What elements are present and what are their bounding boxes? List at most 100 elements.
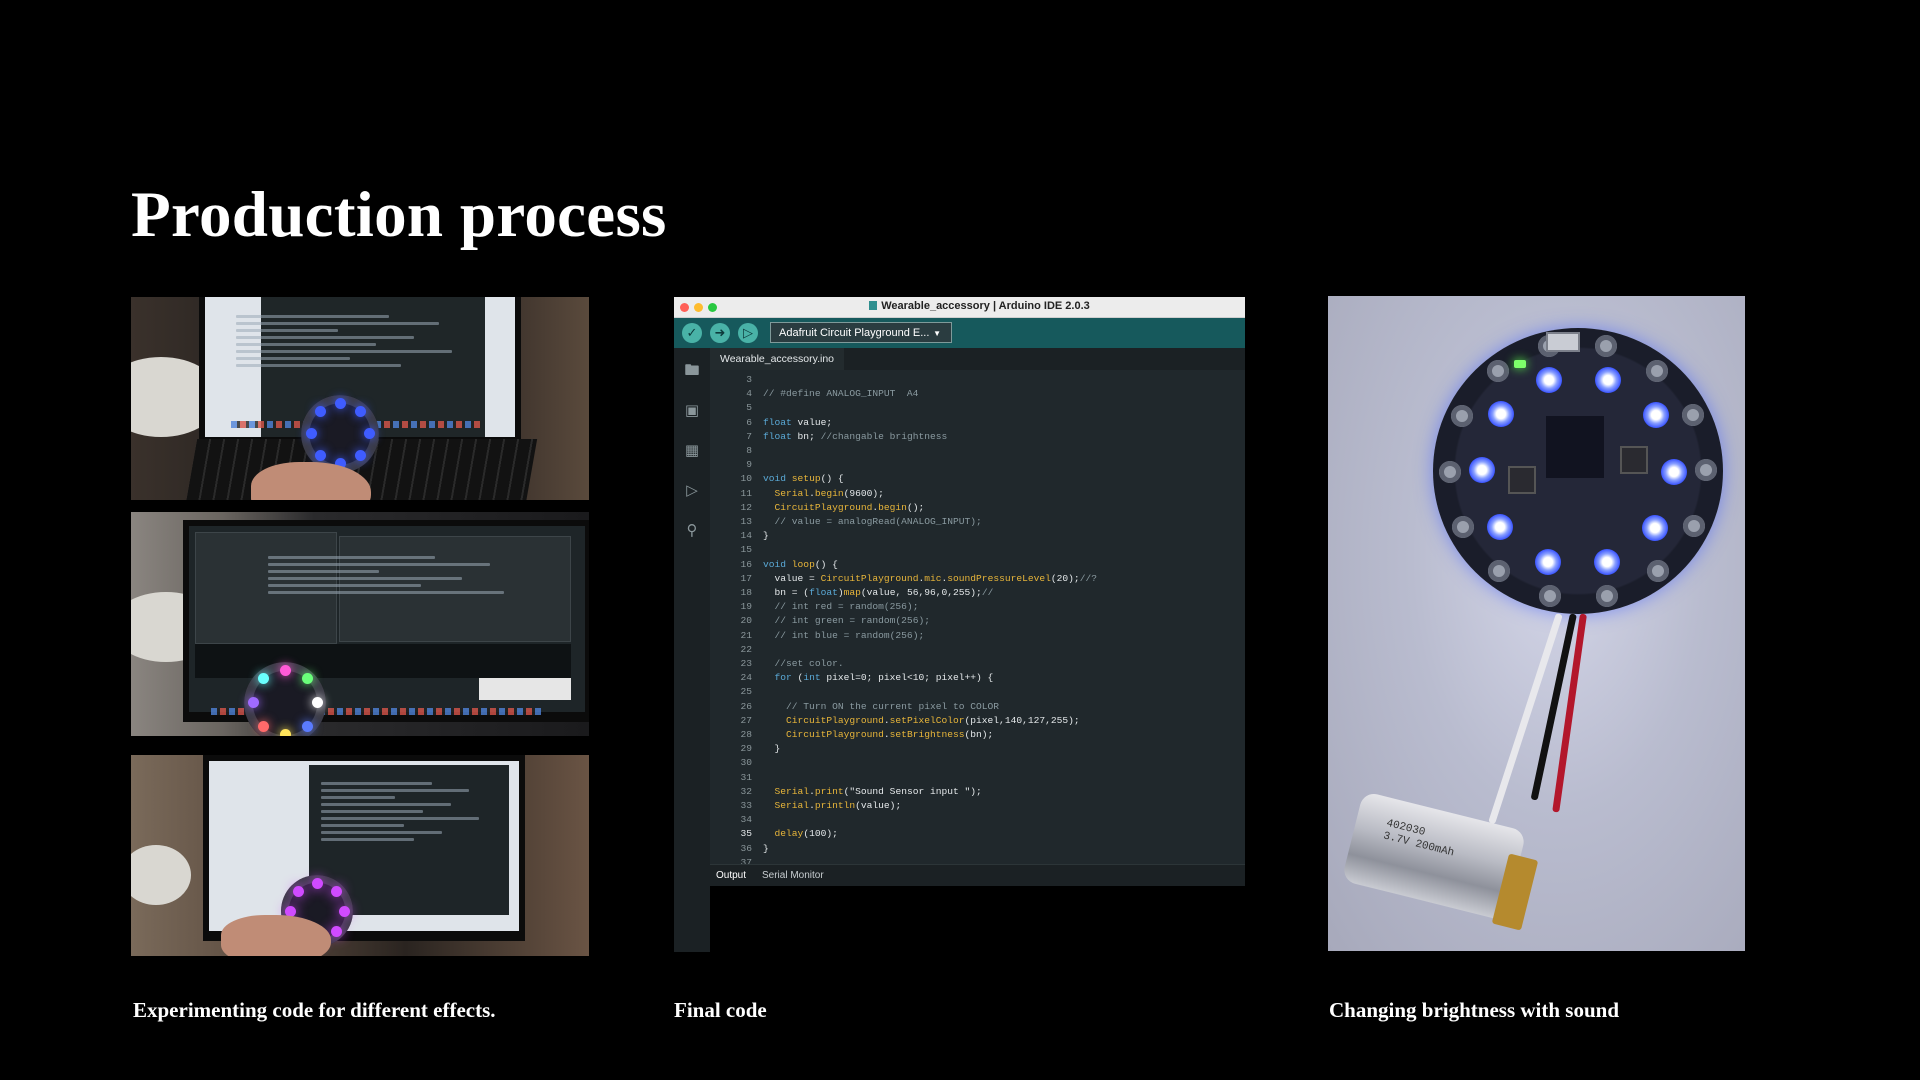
- line-number: 26: [740, 700, 752, 712]
- line-number: 4: [746, 388, 752, 400]
- line-number: 13: [740, 516, 752, 527]
- solder-pad: [1682, 515, 1705, 538]
- solder-pad: [1646, 359, 1669, 382]
- line-number: 17: [740, 572, 752, 584]
- code-line: }: [763, 842, 769, 854]
- tab-serial-monitor[interactable]: Serial Monitor: [762, 865, 824, 887]
- line-number: 11: [740, 487, 752, 499]
- board-selector[interactable]: Adafruit Circuit Playground E... ▼: [770, 322, 952, 343]
- arduino-ide-window: Wearable_accessory | Arduino IDE 2.0.3 ✓…: [674, 297, 1245, 952]
- line-number: 6: [746, 416, 752, 428]
- solder-pad: [1439, 460, 1461, 483]
- line-number: 16: [740, 558, 752, 570]
- line-number: 24: [740, 672, 752, 684]
- code-line: CircuitPlayground.begin();: [774, 501, 925, 513]
- line-number: 33: [740, 800, 752, 811]
- photo-experiment-1: [131, 297, 589, 500]
- upload-button[interactable]: ➜: [710, 323, 730, 343]
- solder-pad: [1487, 560, 1510, 583]
- line-number: 31: [740, 771, 752, 783]
- library-icon[interactable]: ▦: [682, 442, 702, 460]
- neopixel-led: [1487, 401, 1514, 428]
- code-line: bn = (float)map(value, 56,96,0,255);//: [763, 587, 994, 598]
- solder-pad: [1594, 335, 1617, 358]
- code-line: // #define ANALOG_INPUT A4: [763, 388, 919, 400]
- caption-experimenting: Experimenting code for different effects…: [133, 998, 496, 1022]
- code-line: // int red = random(256);: [774, 601, 919, 613]
- line-number: 5: [746, 402, 752, 414]
- code-line: // int blue = random(256);: [774, 629, 925, 641]
- code-line: Serial.println(value);: [774, 800, 902, 811]
- usb-port: [1546, 332, 1580, 352]
- code-line: delay(100);: [774, 828, 838, 840]
- code-line: void setup() {: [763, 473, 844, 485]
- output-tabbar: Output Serial Monitor: [710, 864, 1245, 888]
- line-number: 12: [740, 501, 752, 513]
- chevron-down-icon: ▼: [933, 329, 941, 338]
- ide-output-area: [710, 886, 1245, 952]
- line-number: 20: [740, 615, 752, 627]
- line-number: 3: [746, 374, 752, 385]
- battery-label: 402030 3.7V 200mAh: [1381, 817, 1456, 860]
- neopixel-led: [1642, 402, 1669, 429]
- board-selector-label: Adafruit Circuit Playground E...: [779, 327, 930, 339]
- code-line: float bn; //changable brightness: [763, 430, 948, 442]
- line-number: 35: [740, 828, 752, 840]
- debug-icon[interactable]: ▷: [682, 482, 702, 500]
- neopixel-led: [1595, 366, 1622, 393]
- solder-pad: [1596, 584, 1619, 607]
- ide-sidebar: 🖿 ▣ ▦ ▷ ⚲: [674, 348, 711, 952]
- line-number: 7: [746, 430, 752, 442]
- solder-pad: [1647, 559, 1670, 582]
- verify-button[interactable]: ✓: [682, 323, 702, 343]
- solder-pad: [1451, 404, 1474, 427]
- code-line: Serial.print("Sound Sensor input ");: [774, 785, 982, 797]
- code-line: }: [763, 743, 781, 755]
- line-number: 32: [740, 785, 752, 797]
- ide-toolbar: ✓ ➜ ▷ Adafruit Circuit Playground E... ▼: [674, 318, 1245, 348]
- line-number: 22: [740, 643, 752, 655]
- code-editor[interactable]: 3 4 5 6 7 8 9 10 11 12 13 14 15 16 17 18 19 20 21 22 23 24 25 2…: [710, 370, 1245, 868]
- neopixel-led: [1534, 549, 1561, 576]
- line-number: 34: [740, 814, 752, 826]
- neopixel-led: [1469, 457, 1495, 484]
- line-number: 36: [740, 842, 752, 854]
- line-number: 28: [740, 729, 752, 740]
- tab-output[interactable]: Output: [716, 865, 747, 888]
- button-b: [1620, 446, 1648, 474]
- code-line: for (int pixel=0; pixel<10; pixel++) {: [774, 672, 994, 684]
- line-number-gutter: 3 4 5 6 7 8 9 10 11 12 13 14 15 16 17 18 19 20 21 22 23 24 25 2…: [710, 370, 752, 868]
- solder-pad: [1486, 360, 1509, 383]
- button-a: [1508, 466, 1536, 494]
- document-icon: [869, 301, 878, 310]
- neopixel-led: [1642, 514, 1669, 541]
- photo-experiment-2: [131, 512, 589, 736]
- solder-pad: [1451, 516, 1474, 539]
- photo-experiment-3: [131, 755, 589, 956]
- folder-icon[interactable]: 🖿: [682, 362, 702, 380]
- code-line: // Turn ON the current pixel to COLOR: [786, 700, 1000, 712]
- solder-pad: [1539, 584, 1562, 607]
- window-title: Wearable_accessory | Arduino IDE 2.0.3: [881, 300, 1090, 312]
- neopixel-led: [1594, 549, 1621, 576]
- code-line: value = CircuitPlayground.mic.soundPress…: [763, 572, 1097, 584]
- line-number: 15: [740, 544, 752, 556]
- slide-title: Production process: [131, 179, 667, 251]
- photo-circuit-playground: 402030 3.7V 200mAh: [1328, 296, 1745, 951]
- line-number: 25: [740, 686, 752, 698]
- board-icon[interactable]: ▣: [682, 402, 702, 420]
- code-line: // value = analogRead(ANALOG_INPUT);: [774, 516, 982, 527]
- status-led: [1514, 360, 1526, 368]
- file-tab[interactable]: Wearable_accessory.ino: [710, 348, 845, 371]
- debug-button[interactable]: ▷: [738, 323, 758, 343]
- solder-pad: [1682, 403, 1705, 426]
- line-number: 29: [740, 743, 752, 755]
- code-line: CircuitPlayground.setBrightness(bn);: [786, 729, 994, 740]
- search-icon[interactable]: ⚲: [682, 522, 702, 540]
- line-number: 23: [740, 658, 752, 669]
- line-number: 19: [740, 601, 752, 613]
- line-number: 14: [740, 530, 752, 542]
- neopixel-led: [1535, 366, 1562, 393]
- code-line: //set color.: [774, 658, 844, 669]
- code-line: Serial.begin(9600);: [774, 487, 884, 499]
